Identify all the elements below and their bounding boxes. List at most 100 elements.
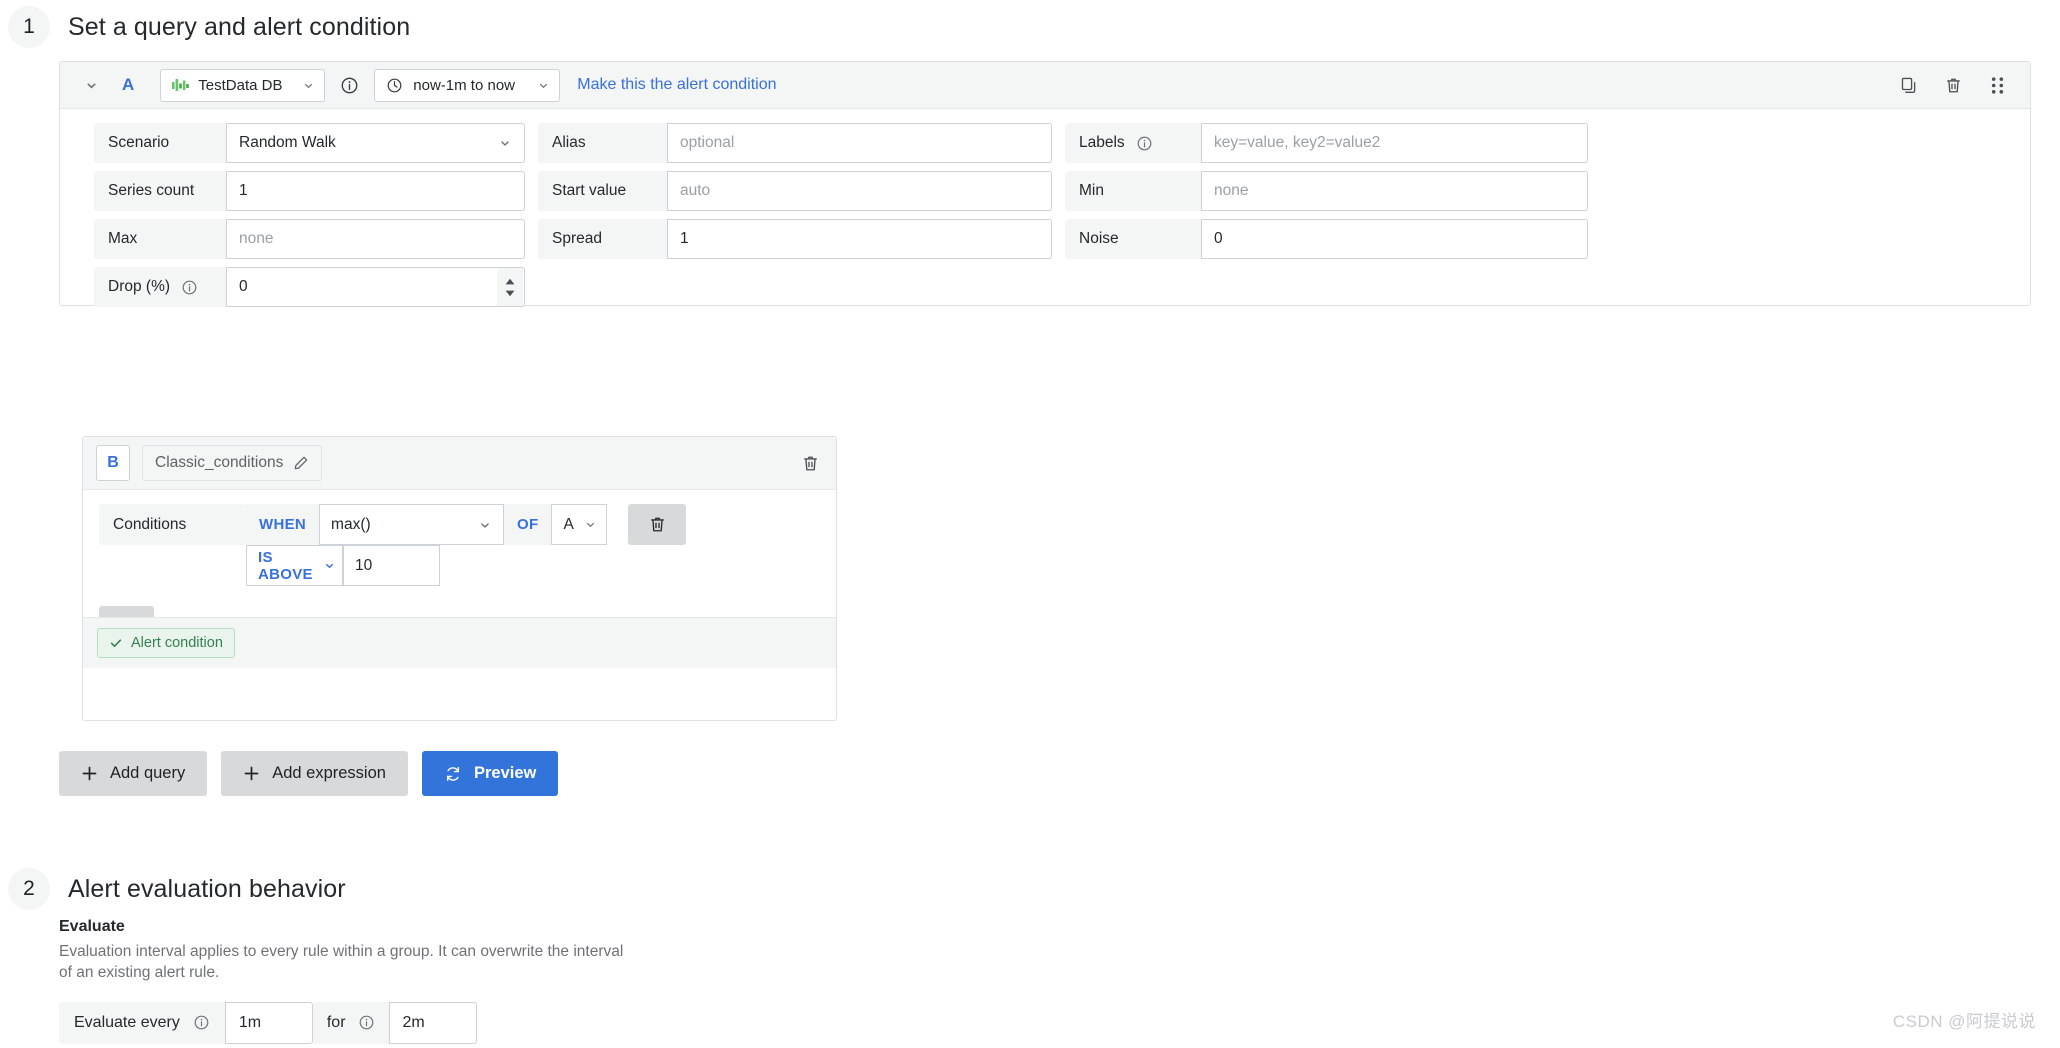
expression-name-text: Classic_conditions [155, 454, 284, 471]
expression-name-field[interactable]: Classic_conditions [142, 445, 323, 481]
series-count-input[interactable]: 1 [226, 171, 525, 211]
datasource-info-icon[interactable] [334, 70, 364, 100]
scenario-select[interactable]: Random Walk [226, 123, 525, 163]
clock-icon [386, 77, 403, 94]
step-2-title: Alert evaluation behavior [68, 874, 346, 903]
datasource-picker[interactable]: TestData DB [160, 68, 326, 102]
evaluate-description: Evaluation interval applies to every rul… [59, 943, 624, 981]
copy-icon[interactable] [1896, 72, 1922, 98]
expression-body: Conditions WHEN max() OF A IS ABOVE 10 A… [83, 490, 836, 668]
chevron-down-icon [584, 518, 597, 531]
start-value-input[interactable]: auto [667, 171, 1052, 211]
time-range-picker[interactable]: now-1m to now [374, 68, 561, 102]
field-noise: Noise 0 [1065, 219, 1588, 259]
evaluator-operator-select[interactable]: IS ABOVE [246, 545, 343, 586]
query-header-actions [1896, 72, 2014, 98]
drop-info-icon[interactable] [181, 279, 198, 296]
add-expression-label: Add expression [272, 764, 386, 782]
delete-expression-trash-icon[interactable] [797, 450, 823, 476]
evaluate-for-info-icon[interactable] [358, 1014, 375, 1031]
drag-handle-icon[interactable] [1984, 72, 2010, 98]
testdata-query-form: Scenario Random Walk Alias optional Labe… [60, 109, 2030, 307]
threshold-input[interactable]: 10 [343, 545, 440, 586]
add-query-button[interactable]: Add query [59, 751, 208, 796]
drop-input[interactable]: 0 [226, 267, 525, 307]
when-keyword: WHEN [246, 504, 320, 545]
max-label: Max [94, 219, 226, 259]
evaluate-heading: Evaluate [59, 918, 125, 935]
conditions-row: Conditions WHEN max() OF A IS ABOVE 10 [99, 504, 836, 586]
labels-input[interactable]: key=value, key2=value2 [1201, 123, 1588, 163]
refresh-sync-icon [444, 765, 462, 783]
field-spread: Spread 1 [538, 219, 1052, 259]
chevron-down-icon [537, 79, 550, 92]
alias-input[interactable]: optional [667, 123, 1052, 163]
condition-line-2: IS ABOVE 10 [246, 545, 607, 586]
min-input[interactable]: none [1201, 171, 1588, 211]
evaluate-interval-row: Evaluate every 1m for 2m [59, 1001, 819, 1044]
testdata-bars-icon [172, 78, 190, 92]
reducer-select[interactable]: max() [319, 504, 505, 545]
of-query-select[interactable]: A [551, 504, 608, 545]
alert-condition-badge-text: Alert condition [131, 635, 223, 651]
spread-label: Spread [538, 219, 667, 259]
testdata-row-3: Max none Spread 1 Noise 0 [94, 219, 2030, 259]
evaluate-every-input[interactable]: 1m [224, 1001, 313, 1044]
field-labels: Labels key=value, key2=value2 [1065, 123, 1588, 163]
pencil-edit-icon[interactable] [293, 455, 309, 471]
labels-label: Labels [1065, 123, 1201, 163]
operator-value: IS ABOVE [258, 548, 313, 583]
evaluate-for-label: for [312, 1001, 389, 1044]
add-expression-button[interactable]: Add expression [221, 751, 408, 796]
step-1-title: Set a query and alert condition [68, 12, 411, 41]
scenario-value: Random Walk [239, 134, 336, 151]
preview-label: Preview [473, 764, 537, 782]
start-value-label: Start value [538, 171, 667, 211]
evaluate-for-label-text: for [326, 1013, 346, 1031]
step-1-number: 1 [8, 6, 50, 48]
testdata-row-2: Series count 1 Start value auto Min none [94, 171, 2030, 211]
labels-label-text: Labels [1079, 134, 1125, 151]
condition-stack: WHEN max() OF A IS ABOVE 10 [246, 504, 608, 586]
max-input[interactable]: none [226, 219, 525, 259]
alert-rule-editor-page: 1 Set a query and alert condition A Test… [0, 0, 2060, 1048]
testdata-row-1: Scenario Random Walk Alias optional Labe… [94, 123, 2030, 163]
field-max: Max none [94, 219, 525, 259]
field-start-value: Start value auto [538, 171, 1052, 211]
spread-input[interactable]: 1 [667, 219, 1052, 259]
field-series-count: Series count 1 [94, 171, 525, 211]
field-min: Min none [1065, 171, 1588, 211]
labels-info-icon[interactable] [1136, 135, 1153, 152]
noise-input[interactable]: 0 [1201, 219, 1588, 259]
alert-condition-badge[interactable]: Alert condition [97, 628, 235, 658]
chevron-down-icon [498, 136, 512, 150]
step-2-number: 2 [8, 868, 50, 910]
evaluate-every-info-icon[interactable] [193, 1014, 210, 1031]
evaluate-for-input[interactable]: 2m [388, 1001, 477, 1044]
add-query-label: Add query [110, 764, 186, 782]
series-count-label: Series count [94, 171, 226, 211]
time-range-value: now-1m to now [413, 76, 515, 94]
chevron-down-icon [478, 518, 492, 532]
plus-icon [243, 765, 260, 782]
check-icon [109, 636, 123, 650]
plus-icon [81, 765, 98, 782]
trash-icon[interactable] [1940, 72, 1966, 98]
drop-stepper[interactable] [497, 268, 523, 306]
make-alert-condition-link[interactable]: Make this the alert condition [577, 76, 776, 94]
evaluate-every-label-text: Evaluate every [74, 1013, 180, 1031]
collapse-query-chevron-down-icon[interactable] [76, 70, 106, 100]
delete-condition-trash-icon[interactable] [628, 504, 687, 545]
query-card-a: A TestData DB now-1m to now Make this th… [59, 61, 2031, 307]
query-actions-toolbar: Add query Add expression Preview [59, 751, 559, 796]
preview-button[interactable]: Preview [421, 751, 559, 796]
expression-header: B Classic_conditions [83, 437, 836, 490]
field-drop: Drop (%) 0 [94, 267, 525, 307]
evaluate-every-label: Evaluate every [59, 1001, 225, 1044]
noise-label: Noise [1065, 219, 1201, 259]
of-keyword: OF [504, 504, 552, 545]
drop-label: Drop (%) [94, 267, 226, 307]
chevron-down-icon [323, 559, 336, 572]
step-2-header: 2 Alert evaluation behavior [8, 868, 346, 910]
reducer-value: max() [331, 515, 371, 533]
